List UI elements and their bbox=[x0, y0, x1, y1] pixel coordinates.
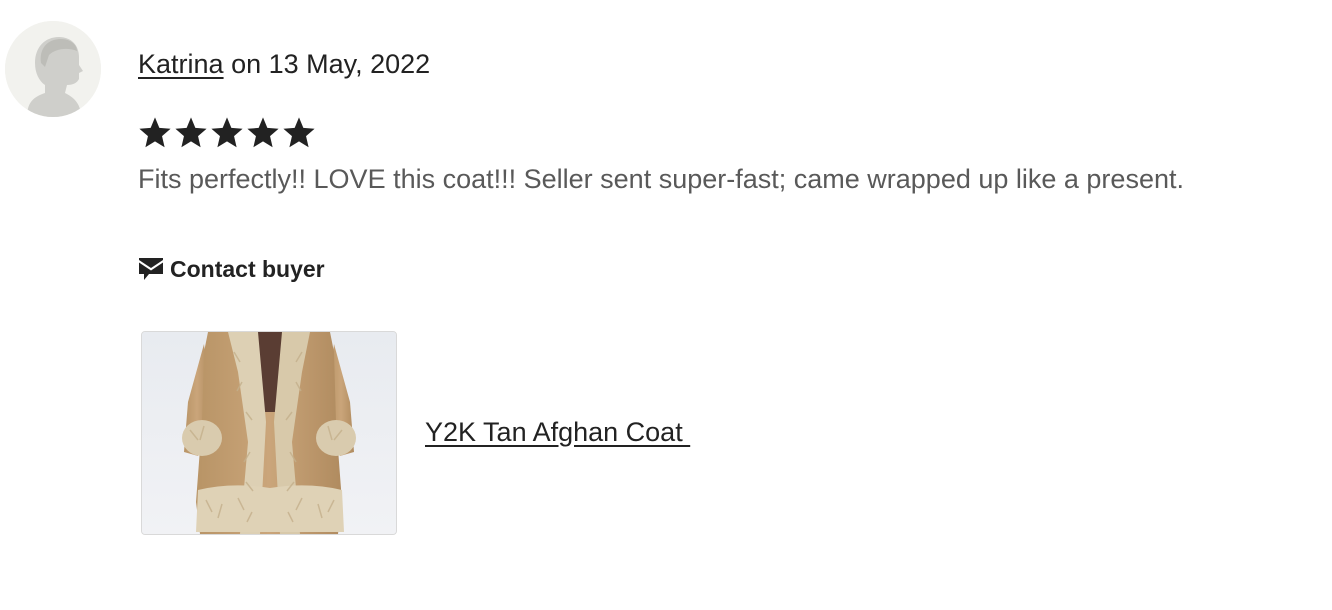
reviewer-name-link[interactable]: Katrina bbox=[138, 49, 224, 79]
review-meta: Katrina on 13 May, 2022 bbox=[138, 46, 430, 82]
reviewer-avatar bbox=[5, 21, 101, 117]
star-rating bbox=[137, 114, 317, 154]
review-card: Katrina on 13 May, 2022 Fits perfectly!!… bbox=[0, 0, 1332, 610]
star-icon bbox=[175, 117, 207, 148]
coat-photo bbox=[142, 332, 396, 534]
listing-thumbnail[interactable] bbox=[141, 331, 397, 535]
star-icon bbox=[283, 117, 315, 148]
review-date: on 13 May, 2022 bbox=[223, 49, 431, 79]
star-icon bbox=[139, 117, 171, 148]
star-icon bbox=[247, 117, 279, 148]
review-text: Fits perfectly!! LOVE this coat!!! Selle… bbox=[138, 164, 1184, 194]
contact-buyer-label: Contact buyer bbox=[170, 255, 325, 282]
star-icon bbox=[211, 117, 243, 148]
contact-buyer-button[interactable]: Contact buyer bbox=[138, 252, 325, 286]
avatar-silhouette-icon bbox=[5, 21, 101, 117]
message-icon bbox=[139, 258, 163, 280]
listing-title-link[interactable]: Y2K Tan Afghan Coat bbox=[425, 414, 690, 450]
